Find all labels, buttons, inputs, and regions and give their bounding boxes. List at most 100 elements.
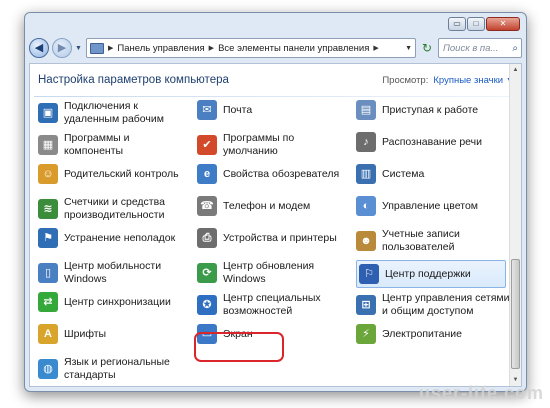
item-label: Центр мобильности Windows xyxy=(64,260,161,286)
breadcrumb-all-items[interactable]: Все элементы панели управления xyxy=(218,43,369,54)
control-panel-item[interactable]: ⎙ Устройства и принтеры xyxy=(197,228,337,248)
scroll-thumb[interactable] xyxy=(511,259,520,369)
item-label-line1: Центр обновления xyxy=(223,260,315,272)
control-panel-item[interactable]: ▯ Центр мобильности Windows xyxy=(38,260,161,286)
item-label-line1: Телефон и модем xyxy=(223,199,311,212)
item-label: Распознавание речи xyxy=(382,136,482,149)
control-panel-item[interactable]: ☎ Телефон и модем xyxy=(197,196,310,216)
performance-icon: ≋ xyxy=(38,199,58,219)
control-panel-item[interactable]: ⟳ Центр обновления Windows xyxy=(197,260,314,286)
item-label: Программы и компоненты xyxy=(64,132,130,158)
item-label-line1: Центр управления сетями xyxy=(382,292,510,304)
item-label-line1: Почта xyxy=(223,103,253,116)
windows-update-icon: ⟳ xyxy=(197,263,217,283)
control-panel-item[interactable]: ▤ Приступая к работе xyxy=(356,100,478,120)
control-panel-window: ▭ □ ✕ ◀ ▶ ▼ ▶ Панель управления ▶ Все эл… xyxy=(24,12,527,392)
internet-options-icon: e xyxy=(197,164,217,184)
vertical-scrollbar[interactable]: ▲ ▼ xyxy=(509,64,521,386)
item-label-line1: Приступая к работе xyxy=(382,103,479,116)
item-label-line1: Язык и региональные xyxy=(64,356,170,368)
network-center-icon: ⊞ xyxy=(356,295,376,315)
minimize-button[interactable]: ▭ xyxy=(448,17,466,31)
mobility-center-icon: ▯ xyxy=(38,263,58,283)
control-panel-item[interactable]: ◍ Язык и региональные стандарты xyxy=(38,356,170,382)
breadcrumb-arrow-icon[interactable]: ▶ xyxy=(373,44,378,52)
parental-control-icon: ☺ xyxy=(38,164,58,184)
control-panel-item[interactable]: ▦ Программы и компоненты xyxy=(38,132,130,158)
watermark: user-life.com xyxy=(418,383,544,403)
item-label: Центр обновления Windows xyxy=(223,260,314,286)
control-panel-item[interactable]: ⇄ Центр синхронизации xyxy=(38,292,171,312)
item-label-line2: производительности xyxy=(64,209,165,221)
control-panel-item[interactable]: ✔ Программы по умолчанию xyxy=(197,132,294,158)
window-caption-buttons: ▭ □ ✕ xyxy=(448,17,520,31)
recent-pages-dropdown[interactable]: ▼ xyxy=(75,45,83,52)
action-center-flag-icon: ⚐ xyxy=(359,264,379,284)
maximize-button[interactable]: □ xyxy=(467,17,485,31)
item-label-line1: Управление цветом xyxy=(382,199,479,212)
control-panel-item[interactable]: ⚑ Устранение неполадок xyxy=(38,228,175,248)
fonts-icon: A xyxy=(38,324,58,344)
address-dropdown-icon[interactable]: ▼ xyxy=(402,45,415,52)
phone-modem-icon: ☎ xyxy=(197,196,217,216)
control-panel-item[interactable]: ☺ Родительский контроль xyxy=(38,164,179,184)
item-label-line2: пользователей xyxy=(382,241,455,253)
control-panel-item[interactable]: ≋ Счетчики и средства производительности xyxy=(38,196,165,222)
control-panel-item[interactable]: ♪ Распознавание речи xyxy=(356,132,482,152)
item-label: Устройства и принтеры xyxy=(223,232,337,245)
item-label-line1: Устройства и принтеры xyxy=(223,231,337,244)
item-label: Электропитание xyxy=(382,328,462,341)
item-label-line1: Система xyxy=(382,167,425,180)
navigation-toolbar: ◀ ▶ ▼ ▶ Панель управления ▶ Все элементы… xyxy=(29,35,522,61)
item-label: Счетчики и средства производительности xyxy=(64,196,165,222)
control-panel-item[interactable]: ✪ Центр специальных возможностей xyxy=(197,292,321,318)
scroll-up-arrow-icon[interactable]: ▲ xyxy=(510,64,521,76)
item-label: Центр поддержки xyxy=(385,268,471,281)
close-button[interactable]: ✕ xyxy=(486,17,520,31)
item-label-line1: Центр специальных xyxy=(223,292,321,304)
control-panel-item[interactable]: e Свойства обозревателя xyxy=(197,164,339,184)
address-bar[interactable]: ▶ Панель управления ▶ Все элементы панел… xyxy=(86,38,416,58)
region-language-icon: ◍ xyxy=(38,359,58,379)
item-label-line1: Устранение неполадок xyxy=(64,231,176,244)
item-label: Управление цветом xyxy=(382,200,478,213)
control-panel-icon xyxy=(90,42,104,54)
refresh-icon[interactable]: ↻ xyxy=(419,41,435,55)
search-icon[interactable]: ⌕ xyxy=(509,43,521,54)
back-button[interactable]: ◀ xyxy=(29,38,49,58)
item-label-line2: возможностей xyxy=(223,305,293,317)
control-panel-item[interactable]: ◐ Управление цветом xyxy=(356,196,478,216)
view-by-dropdown[interactable]: Крупные значки xyxy=(433,75,503,86)
control-panel-item[interactable]: ▥ Система xyxy=(356,164,424,184)
item-label: Система xyxy=(382,168,424,181)
item-label-line1: Программы по xyxy=(223,132,295,144)
item-label-line1: Родительский контроль xyxy=(64,167,179,180)
breadcrumb-arrow-icon[interactable]: ▶ xyxy=(209,44,214,52)
item-label-line1: Шрифты xyxy=(64,327,107,340)
troubleshooting-icon: ⚑ xyxy=(38,228,58,248)
item-label-line1: Подключения к xyxy=(64,100,138,112)
breadcrumb-control-panel[interactable]: Панель управления xyxy=(117,43,204,54)
control-panel-item[interactable]: ✉ Почта xyxy=(197,100,252,120)
control-panel-item[interactable]: ☻ Учетные записи пользователей xyxy=(356,228,460,254)
control-panel-item[interactable]: ⚡ Электропитание xyxy=(356,324,462,344)
control-panel-item[interactable]: A Шрифты xyxy=(38,324,106,344)
control-panel-item[interactable]: ⚐ Центр поддержки xyxy=(356,260,506,288)
mail-icon: ✉ xyxy=(197,100,217,120)
forward-button[interactable]: ▶ xyxy=(52,38,72,58)
breadcrumb-arrow-icon[interactable]: ▶ xyxy=(108,44,113,52)
item-label-line1: Электропитание xyxy=(382,327,462,340)
programs-icon: ▦ xyxy=(38,135,58,155)
search-input[interactable]: Поиск в па... ⌕ xyxy=(438,38,522,58)
remote-desktop-icon: ▣ xyxy=(38,103,58,123)
item-label-line2: Windows xyxy=(64,273,107,285)
control-panel-item[interactable]: ▣ Подключения к удаленным рабочим xyxy=(38,100,164,126)
user-accounts-icon: ☻ xyxy=(356,231,376,251)
getting-started-icon: ▤ xyxy=(356,100,376,120)
item-label-line2: умолчанию xyxy=(223,145,278,157)
item-label-line1: Центр мобильности xyxy=(64,260,162,272)
control-panel-item[interactable]: ⊞ Центр управления сетями и общим доступом xyxy=(356,292,509,318)
search-placeholder: Поиск в па... xyxy=(443,42,499,54)
ease-of-access-icon: ✪ xyxy=(197,295,217,315)
item-label: Центр синхронизации xyxy=(64,296,171,309)
